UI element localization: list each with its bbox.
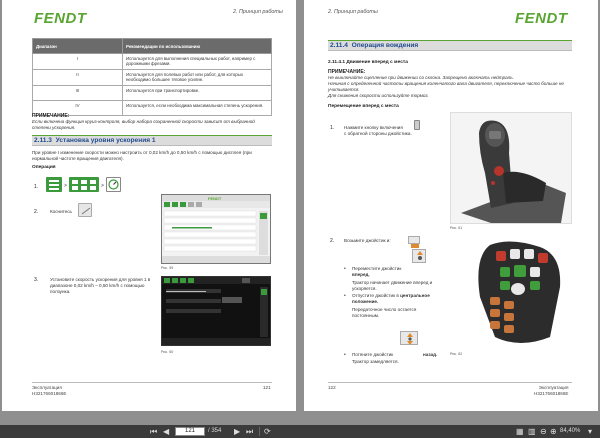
page-number-input[interactable]: 121 xyxy=(175,427,205,436)
two-page-icon[interactable]: ▥ xyxy=(528,427,536,436)
grid-icon xyxy=(69,177,99,192)
bullet: • xyxy=(344,293,346,299)
toolbar-divider xyxy=(259,427,260,436)
arrow-icon: > xyxy=(64,183,67,189)
zoom-dropdown-icon[interactable]: ▾ xyxy=(588,427,592,436)
rotate-icon[interactable]: ⟳ xyxy=(264,427,271,436)
table-cell: III xyxy=(32,84,123,101)
fendt-logo: FENDT xyxy=(34,10,87,27)
bullet-text-bold: положение. xyxy=(352,299,379,304)
last-page-icon[interactable]: ⏭ xyxy=(246,427,253,436)
zoom-in-icon[interactable]: ⊕ xyxy=(550,427,557,436)
joystick-icon xyxy=(408,236,420,248)
section-number: 2.11.3 xyxy=(34,137,52,144)
figure-caption: Рис. 62 xyxy=(450,352,463,356)
footer-divider xyxy=(328,382,572,383)
page-number: 121 xyxy=(263,385,271,390)
step-text: Установите скорость ускорения для уровня… xyxy=(50,277,151,294)
joystick-backward-icon xyxy=(400,331,418,345)
menu-icon xyxy=(46,177,62,192)
joystick-photo-top xyxy=(450,237,572,350)
slider-setting-icon xyxy=(78,203,92,217)
pdf-viewer: FENDT 2. Принцип работы Диапазон Рекомен… xyxy=(0,0,600,438)
step-text: с обратной стороны джойстика. xyxy=(344,131,412,136)
intro-text: При уровне I изменение скорости можно на… xyxy=(32,150,252,161)
thumbnails-icon[interactable]: ▦ xyxy=(516,427,524,436)
bullet-text: Потяните джойстик xyxy=(352,352,394,357)
engage-button-icon xyxy=(414,120,420,130)
table-cell: Используется, если необходима максимальн… xyxy=(122,99,272,116)
section-title-text: Операция вождения xyxy=(351,42,419,49)
footer-doc-label: Эксплуатация H32176601866E xyxy=(534,385,569,397)
footer-line-2: H32176601866E xyxy=(32,391,67,396)
section-number: 2.11.4 xyxy=(330,42,348,49)
table-row: I Используется для выполнения специальны… xyxy=(32,53,272,70)
table-header-range: Диапазон xyxy=(32,38,123,54)
step-number: 1. xyxy=(34,184,39,190)
bullet: • xyxy=(344,352,346,358)
operation-label: Операция xyxy=(32,165,56,170)
table-cell: Используется для выполнения специальных … xyxy=(122,53,272,70)
figure-caption: Рис. 59 xyxy=(161,266,174,270)
fendt-logo: FENDT xyxy=(515,10,568,27)
bullet-text-part: Отпустите джойстик в xyxy=(352,293,399,298)
chapter-header: 2. Принцип работы xyxy=(328,9,378,15)
bullet-text: Передаточное число остается постоянным. xyxy=(352,307,417,318)
zoom-level[interactable]: 84,40% xyxy=(560,428,580,434)
table-row: III Используется при транспортировке. xyxy=(32,84,272,101)
note-line: Начиная с определенной частоты вращения … xyxy=(328,81,564,92)
table-cell: Используется при транспортировке. xyxy=(122,84,272,101)
zoom-out-icon[interactable]: ⊖ xyxy=(540,427,547,436)
note-text: Если включена функция круиз-контроля, вы… xyxy=(32,119,255,130)
step-text: Коснитесь xyxy=(50,209,72,214)
sub-heading: Перемещение вперед с места xyxy=(328,104,399,109)
arrow-icon: > xyxy=(101,183,104,189)
section-title-text: Установка уровня ускорения 1 xyxy=(55,137,156,144)
page-121: FENDT 2. Принцип работы Диапазон Рекомен… xyxy=(2,0,296,411)
figure-caption: Рис. 60 xyxy=(161,350,174,354)
table-cell: II xyxy=(32,68,123,86)
step-text: Возьмите джойстик и: xyxy=(344,238,391,243)
next-page-icon[interactable]: ▶ xyxy=(234,427,240,436)
step-number: 2. xyxy=(34,209,39,215)
chapter-header: 2. Принцип работы xyxy=(233,9,283,15)
acceleration-range-table: Диапазон Рекомендации по использованию I… xyxy=(32,38,272,116)
joystick-photo-rear xyxy=(450,112,572,224)
step-number: 3. xyxy=(34,277,39,283)
table-row: II Используется для полевых работ или ра… xyxy=(32,68,272,86)
terminal-screenshot: FENDT xyxy=(161,194,271,264)
first-page-icon[interactable]: ⏮ xyxy=(150,427,157,436)
joystick-forward-icon xyxy=(412,249,426,263)
viewer-toolbar: ⏮ ◀ 121 / 354 ▶ ⏭ ⟳ ▦ ▥ ⊖ ⊕ 84,40% ▾ xyxy=(0,425,600,438)
prev-page-icon[interactable]: ◀ xyxy=(163,427,169,436)
bullet-text-bold: назад. xyxy=(423,352,438,357)
note-line: Для снижения скорости используйте тормоз… xyxy=(328,93,429,98)
section-title: 2.11.3 Установка уровня ускорения 1 xyxy=(34,137,156,144)
footer-line-2: H32176601866E xyxy=(534,391,569,396)
bullet-text: Трактор начинает движение вперед и ускор… xyxy=(352,280,433,291)
terminal-screenshot-dark xyxy=(161,276,271,346)
bullet-text: Трактор замедляется. xyxy=(352,359,399,364)
subsection-title: 2.11.4.1 Движение вперед с места xyxy=(328,60,408,65)
table-cell: Используется для полевых работ или работ… xyxy=(122,68,272,86)
step-number: 2. xyxy=(330,238,335,244)
footer-doc-label: Эксплуатация H32176601866E xyxy=(32,385,67,397)
bullet-text-bold: центральное xyxy=(400,293,430,298)
page-122: 2. Принцип работы FENDT 2.11.4 Операция … xyxy=(304,0,598,411)
table-header-recommendation: Рекомендации по использованию xyxy=(122,38,272,54)
svg-text:FENDT: FENDT xyxy=(208,196,222,201)
step-number: 1. xyxy=(330,125,335,131)
bullet: • xyxy=(344,266,346,272)
section-title: 2.11.4 Операция вождения xyxy=(330,42,418,49)
total-pages: / 354 xyxy=(208,428,222,434)
page-number: 122 xyxy=(328,385,336,390)
footer-divider xyxy=(32,382,272,383)
acceleration-icon xyxy=(106,177,121,192)
table-cell: I xyxy=(32,53,123,70)
bullet-text-bold: вперед. xyxy=(352,272,370,277)
figure-caption: Рис. 61 xyxy=(450,226,463,230)
